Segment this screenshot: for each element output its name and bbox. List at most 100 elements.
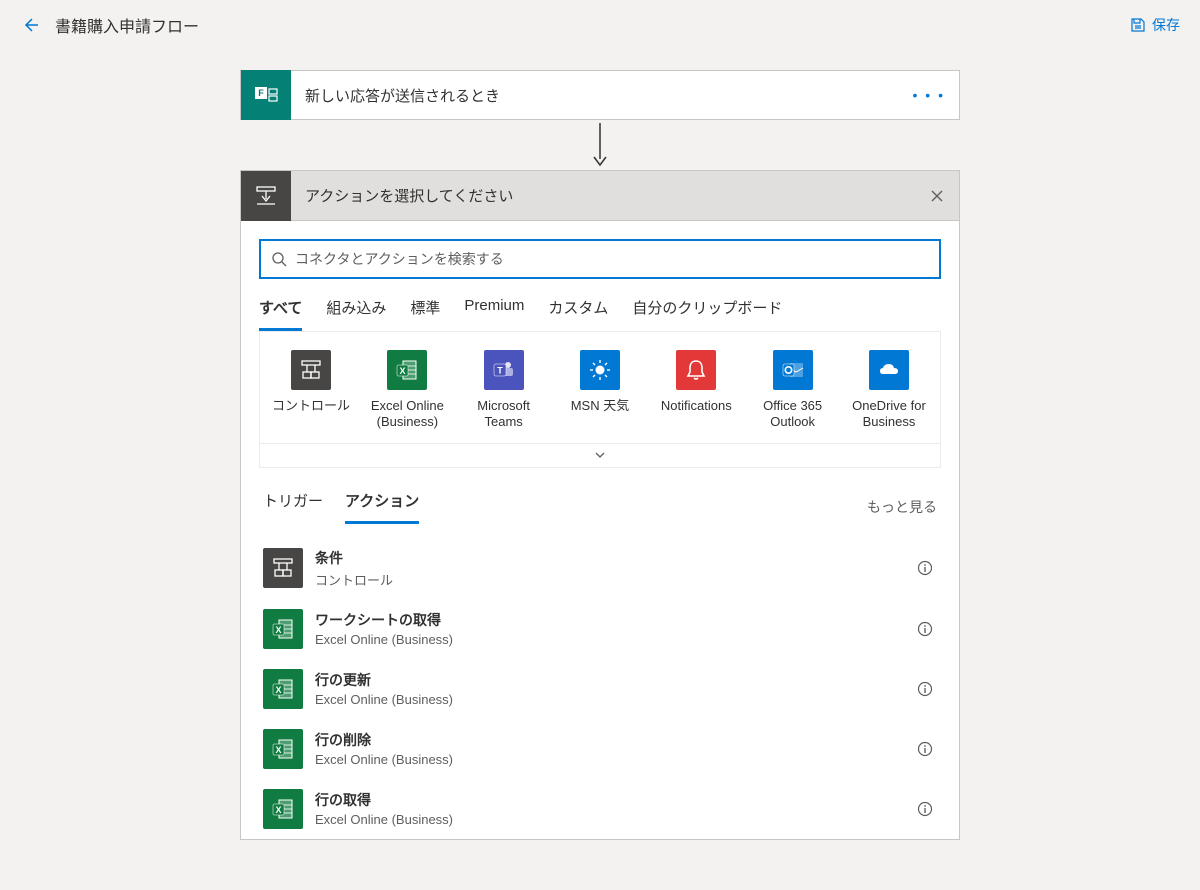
tab-premium[interactable]: Premium bbox=[464, 297, 524, 331]
search-box[interactable] bbox=[259, 239, 941, 279]
connector-grid: コントロール X Excel Online (Business) T Microsoft… bbox=[260, 332, 940, 443]
tab-standard[interactable]: 標準 bbox=[410, 297, 440, 331]
trigger-icon-wrap: F bbox=[241, 70, 291, 120]
tab-actions[interactable]: アクション bbox=[345, 490, 419, 524]
trigger-title: 新しい応答が送信されるとき bbox=[291, 85, 899, 106]
picker-header-icon-wrap bbox=[241, 171, 291, 221]
connector-item[interactable]: Office 365 Outlook bbox=[746, 350, 840, 431]
action-connector-label: Excel Online (Business) bbox=[315, 812, 901, 827]
chevron-down-icon bbox=[593, 448, 607, 462]
control-icon bbox=[291, 350, 331, 390]
action-text: 行の取得Excel Online (Business) bbox=[315, 790, 901, 827]
svg-text:X: X bbox=[275, 745, 281, 755]
connector-label: Microsoft Teams bbox=[457, 398, 551, 431]
svg-text:X: X bbox=[275, 805, 281, 815]
action-title: 行の更新 bbox=[315, 670, 901, 690]
info-icon bbox=[917, 681, 933, 697]
info-button[interactable] bbox=[913, 560, 937, 576]
trigger-card[interactable]: F 新しい応答が送信されるとき • • • bbox=[240, 70, 960, 120]
flow-connector bbox=[590, 120, 610, 170]
back-button[interactable] bbox=[20, 15, 40, 35]
connector-section: コントロール X Excel Online (Business) T Microsoft… bbox=[259, 331, 941, 468]
svg-text:F: F bbox=[258, 88, 264, 98]
connector-label: Office 365 Outlook bbox=[746, 398, 840, 431]
connector-item[interactable]: X Excel Online (Business) bbox=[360, 350, 454, 431]
connector-item[interactable]: MSN 天気 bbox=[553, 350, 647, 431]
action-item[interactable]: 条件コントロール bbox=[259, 538, 941, 599]
info-button[interactable] bbox=[913, 681, 937, 697]
search-input[interactable] bbox=[295, 251, 929, 267]
picker-title: アクションを選択してください bbox=[291, 185, 915, 206]
trigger-action-row: トリガー アクション もっと見る bbox=[259, 490, 941, 524]
trigger-menu-button[interactable]: • • • bbox=[899, 87, 959, 103]
trigger-action-tabs: トリガー アクション bbox=[263, 490, 419, 524]
action-list: 条件コントロール X ワークシートの取得 Excel Online (Business… bbox=[259, 538, 941, 839]
bell-icon bbox=[676, 350, 716, 390]
header-bar: 書籍購入申請フロー 保存 bbox=[0, 0, 1200, 50]
action-connector-label: Excel Online (Business) bbox=[315, 632, 901, 647]
picker-body: すべて 組み込み 標準 Premium カスタム 自分のクリップボード コントロ… bbox=[241, 221, 959, 839]
action-title: 条件 bbox=[315, 548, 901, 568]
tab-all[interactable]: すべて bbox=[259, 297, 302, 331]
picker-header: アクションを選択してください bbox=[241, 171, 959, 221]
action-item[interactable]: X 行の更新Excel Online (Business) bbox=[259, 659, 941, 719]
arrow-left-icon bbox=[20, 15, 40, 35]
teams-icon: T bbox=[484, 350, 524, 390]
info-button[interactable] bbox=[913, 621, 937, 637]
info-button[interactable] bbox=[913, 801, 937, 817]
save-label: 保存 bbox=[1152, 15, 1180, 35]
tab-clipboard[interactable]: 自分のクリップボード bbox=[632, 297, 782, 331]
svg-text:X: X bbox=[275, 625, 281, 635]
action-connector-label: コントロール bbox=[315, 570, 901, 589]
excel-icon: X bbox=[263, 669, 303, 709]
connector-item[interactable]: OneDrive for Business bbox=[842, 350, 936, 431]
flow-canvas: F 新しい応答が送信されるとき • • • bbox=[0, 50, 1200, 840]
picker-close-button[interactable] bbox=[915, 188, 959, 204]
svg-text:X: X bbox=[400, 366, 406, 376]
action-item[interactable]: X ワークシートの取得 Excel Online (Business) bbox=[259, 599, 941, 659]
category-tabs: すべて 組み込み 標準 Premium カスタム 自分のクリップボード bbox=[259, 297, 941, 331]
action-connector-label: Excel Online (Business) bbox=[315, 752, 901, 767]
tab-custom[interactable]: カスタム bbox=[548, 297, 608, 331]
action-item[interactable]: X 行の削除 Excel Online (Business) bbox=[259, 719, 941, 779]
excel-icon: X bbox=[263, 729, 303, 769]
close-icon bbox=[929, 188, 945, 204]
action-title: ワークシートの取得 bbox=[315, 610, 901, 630]
weather-icon bbox=[580, 350, 620, 390]
connector-label: Excel Online (Business) bbox=[360, 398, 454, 431]
action-text: ワークシートの取得 Excel Online (Business) bbox=[315, 610, 901, 647]
forms-icon: F bbox=[252, 81, 280, 109]
excel-icon: X bbox=[263, 789, 303, 829]
connector-item[interactable]: コントロール bbox=[264, 350, 358, 431]
tab-triggers[interactable]: トリガー bbox=[263, 490, 323, 524]
action-text: 行の更新Excel Online (Business) bbox=[315, 670, 901, 707]
expand-connectors-button[interactable] bbox=[260, 443, 940, 467]
connector-label: Notifications bbox=[661, 398, 732, 414]
info-icon bbox=[917, 560, 933, 576]
excel-icon: X bbox=[387, 350, 427, 390]
onedrive-icon bbox=[869, 350, 909, 390]
svg-text:X: X bbox=[275, 685, 281, 695]
search-icon bbox=[271, 251, 287, 267]
outlook-icon bbox=[773, 350, 813, 390]
header-left: 書籍購入申請フロー bbox=[20, 13, 199, 37]
info-icon bbox=[917, 621, 933, 637]
see-more-link[interactable]: もっと見る bbox=[867, 497, 937, 517]
connector-label: コントロール bbox=[272, 398, 350, 414]
tab-builtin[interactable]: 組み込み bbox=[326, 297, 386, 331]
save-button[interactable]: 保存 bbox=[1130, 15, 1180, 35]
action-title: 行の削除 bbox=[315, 730, 901, 750]
svg-text:T: T bbox=[497, 366, 503, 376]
connector-item[interactable]: Notifications bbox=[649, 350, 743, 431]
action-text: 条件コントロール bbox=[315, 548, 901, 589]
control-icon bbox=[263, 548, 303, 588]
ellipsis-icon: • • • bbox=[913, 87, 945, 103]
info-icon bbox=[917, 741, 933, 757]
info-button[interactable] bbox=[913, 741, 937, 757]
connector-item[interactable]: T Microsoft Teams bbox=[457, 350, 551, 431]
save-icon bbox=[1130, 17, 1146, 33]
connector-label: OneDrive for Business bbox=[842, 398, 936, 431]
insert-step-icon bbox=[253, 183, 279, 209]
action-item[interactable]: X 行の取得Excel Online (Business) bbox=[259, 779, 941, 839]
flow-title: 書籍購入申請フロー bbox=[55, 13, 199, 37]
